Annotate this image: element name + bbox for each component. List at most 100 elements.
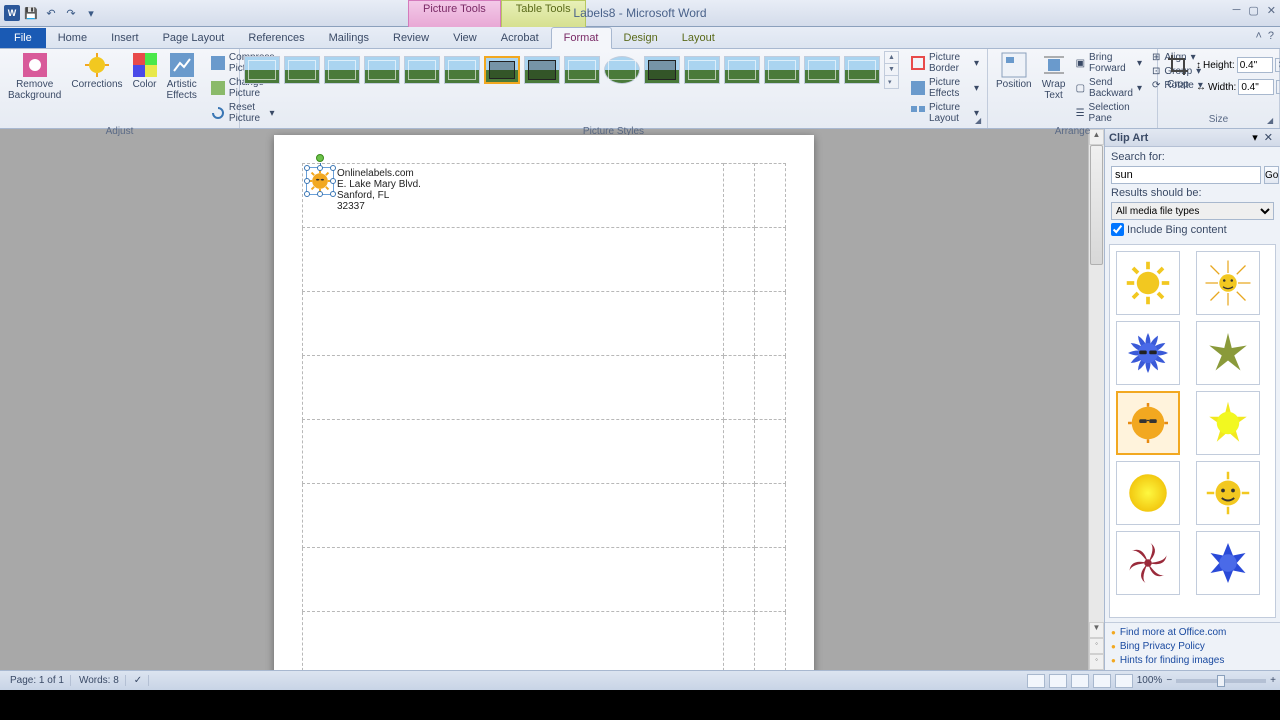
- draft-view-button[interactable]: [1115, 674, 1133, 688]
- browse-next-icon[interactable]: ◦: [1089, 654, 1104, 670]
- rotate-handle-icon[interactable]: [316, 154, 324, 162]
- tab-acrobat[interactable]: Acrobat: [489, 28, 551, 48]
- zoom-out-button[interactable]: −: [1166, 675, 1172, 686]
- style-item[interactable]: [324, 56, 360, 84]
- full-screen-view-button[interactable]: [1049, 674, 1067, 688]
- wrap-text-button[interactable]: Wrap Text: [1038, 51, 1070, 103]
- include-bing-checkbox[interactable]: Include Bing content: [1111, 223, 1274, 236]
- style-item[interactable]: [844, 56, 880, 84]
- clipart-item[interactable]: [1196, 321, 1260, 385]
- picture-layout-button[interactable]: Picture Layout ▾: [907, 101, 983, 125]
- remove-background-button[interactable]: Remove Background: [4, 51, 65, 103]
- gallery-more-icon[interactable]: ▾: [885, 75, 898, 88]
- qat-more-icon[interactable]: ▾: [82, 4, 100, 22]
- minimize-icon[interactable]: ─: [1233, 4, 1241, 17]
- bring-forward-button[interactable]: ▣Bring Forward ▾: [1072, 51, 1146, 75]
- label-cell[interactable]: [755, 164, 786, 228]
- send-backward-button[interactable]: ▢Send Backward ▾: [1072, 76, 1146, 100]
- zoom-value[interactable]: 100%: [1137, 675, 1163, 686]
- taskpane-close-icon[interactable]: ✕: [1261, 132, 1276, 144]
- maximize-icon[interactable]: ▢: [1248, 4, 1258, 17]
- vertical-scrollbar[interactable]: ▲ ▼ ◦ ◦: [1088, 129, 1104, 670]
- style-item[interactable]: [804, 56, 840, 84]
- artistic-effects-button[interactable]: Artistic Effects: [163, 51, 201, 103]
- tab-mailings[interactable]: Mailings: [317, 28, 381, 48]
- redo-icon[interactable]: ↷: [62, 4, 80, 22]
- style-item[interactable]: [244, 56, 280, 84]
- clipart-item[interactable]: [1116, 251, 1180, 315]
- dialog-launcher-icon[interactable]: ◢: [975, 116, 985, 126]
- clipart-item[interactable]: [1196, 391, 1260, 455]
- word-count[interactable]: Words: 8: [73, 675, 126, 686]
- taskpane-menu-icon[interactable]: ▾: [1252, 132, 1258, 144]
- save-icon[interactable]: 💾: [22, 4, 40, 22]
- page[interactable]: Onlinelabels.com E. Lake Mary Blvd. Sanf…: [274, 135, 814, 670]
- picture-effects-button[interactable]: Picture Effects ▾: [907, 76, 983, 100]
- undo-icon[interactable]: ↶: [42, 4, 60, 22]
- search-input[interactable]: [1111, 166, 1261, 184]
- selected-picture[interactable]: [307, 168, 333, 194]
- tab-file[interactable]: File: [0, 28, 46, 48]
- label-cell[interactable]: [724, 164, 755, 228]
- office-link[interactable]: Find more at Office.com: [1111, 627, 1274, 638]
- picture-border-button[interactable]: Picture Border ▾: [907, 51, 983, 75]
- web-layout-view-button[interactable]: [1071, 674, 1089, 688]
- color-button[interactable]: Color: [129, 51, 161, 92]
- clipart-item[interactable]: [1116, 321, 1180, 385]
- tab-view[interactable]: View: [441, 28, 489, 48]
- clipart-item[interactable]: [1196, 251, 1260, 315]
- tab-format[interactable]: Format: [551, 27, 612, 49]
- width-input[interactable]: [1238, 79, 1274, 95]
- browse-prev-icon[interactable]: ◦: [1089, 638, 1104, 654]
- style-item[interactable]: [644, 56, 680, 84]
- crop-button[interactable]: Crop: [1162, 51, 1194, 92]
- tab-design[interactable]: Design: [612, 28, 670, 48]
- clipart-item[interactable]: [1116, 531, 1180, 595]
- scroll-down-icon[interactable]: ▼: [1089, 622, 1104, 638]
- style-item[interactable]: [444, 56, 480, 84]
- go-button[interactable]: Go: [1264, 166, 1279, 184]
- proofing-icon[interactable]: ✓: [128, 675, 149, 686]
- scroll-thumb[interactable]: [1090, 145, 1103, 265]
- page-status[interactable]: Page: 1 of 1: [4, 675, 71, 686]
- corrections-button[interactable]: Corrections: [67, 51, 126, 92]
- bing-privacy-link[interactable]: Bing Privacy Policy: [1111, 641, 1274, 652]
- style-item[interactable]: [684, 56, 720, 84]
- tab-references[interactable]: References: [236, 28, 316, 48]
- tab-home[interactable]: Home: [46, 28, 99, 48]
- style-item[interactable]: [484, 56, 520, 84]
- help-icon[interactable]: ?: [1268, 30, 1274, 42]
- tab-review[interactable]: Review: [381, 28, 441, 48]
- outline-view-button[interactable]: [1093, 674, 1111, 688]
- label-cell[interactable]: Onlinelabels.com E. Lake Mary Blvd. Sanf…: [303, 164, 724, 228]
- style-item[interactable]: [404, 56, 440, 84]
- clipart-item[interactable]: [1196, 461, 1260, 525]
- picture-styles-gallery[interactable]: ▲ ▼ ▾: [244, 51, 899, 89]
- print-layout-view-button[interactable]: [1027, 674, 1045, 688]
- clipart-item[interactable]: [1116, 391, 1180, 455]
- zoom-slider[interactable]: [1176, 679, 1266, 683]
- style-item[interactable]: [604, 56, 640, 84]
- style-item[interactable]: [364, 56, 400, 84]
- style-item[interactable]: [724, 56, 760, 84]
- style-item[interactable]: [284, 56, 320, 84]
- style-item[interactable]: [524, 56, 560, 84]
- height-input[interactable]: [1237, 57, 1273, 73]
- clipart-item[interactable]: [1196, 531, 1260, 595]
- position-button[interactable]: Position: [992, 51, 1036, 92]
- close-icon[interactable]: ✕: [1267, 4, 1276, 17]
- tab-page-layout[interactable]: Page Layout: [151, 28, 237, 48]
- style-item[interactable]: [564, 56, 600, 84]
- zoom-in-button[interactable]: +: [1270, 675, 1276, 686]
- tab-insert[interactable]: Insert: [99, 28, 151, 48]
- style-item[interactable]: [764, 56, 800, 84]
- ribbon-minimize-icon[interactable]: ˄: [1255, 30, 1261, 42]
- tab-layout[interactable]: Layout: [670, 28, 727, 48]
- selection-pane-button[interactable]: ☰Selection Pane: [1072, 101, 1146, 125]
- gallery-down-icon[interactable]: ▼: [885, 63, 898, 75]
- gallery-up-icon[interactable]: ▲: [885, 52, 898, 63]
- media-type-select[interactable]: All media file types: [1111, 202, 1274, 220]
- clipart-item[interactable]: [1116, 461, 1180, 525]
- dialog-launcher-icon[interactable]: ◢: [1267, 116, 1277, 126]
- hints-link[interactable]: Hints for finding images: [1111, 655, 1274, 666]
